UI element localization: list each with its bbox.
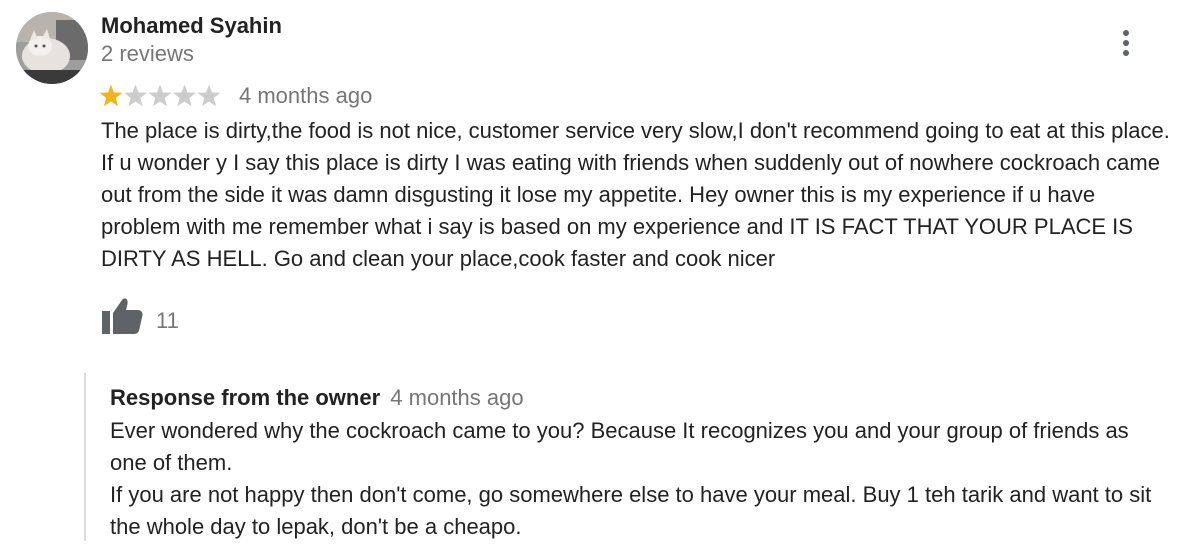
star-icon [197, 84, 221, 107]
owner-response: Response from the owner 4 months ago Eve… [84, 373, 1181, 541]
author-name[interactable]: Mohamed Syahin [101, 13, 282, 39]
avatar[interactable] [16, 12, 88, 84]
response-header: Response from the owner 4 months ago [110, 385, 524, 411]
response-paragraph: Ever wondered why the cockroach came to … [110, 418, 1129, 475]
avatar-cat-photo-icon [16, 12, 88, 84]
thumbs-up-icon [102, 298, 143, 334]
star-icon [124, 84, 147, 107]
response-paragraph: If you are not happy then don't come, go… [110, 482, 1152, 539]
author-review-count[interactable]: 2 reviews [101, 41, 194, 67]
response-text: Ever wondered why the cockroach came to … [110, 415, 1170, 543]
more-vert-icon[interactable] [1112, 28, 1140, 58]
response-date: 4 months ago [390, 385, 524, 410]
star-icon [148, 84, 172, 107]
star-icon [99, 84, 123, 107]
star-icon [173, 84, 196, 107]
response-label: Response from the owner [110, 385, 381, 410]
review-text: The place is dirty,the food is not nice,… [101, 118, 1170, 271]
star-rating [99, 83, 225, 109]
review-date: 4 months ago [239, 83, 373, 108]
like-button[interactable] [100, 294, 144, 336]
like-count: 11 [156, 308, 179, 333]
